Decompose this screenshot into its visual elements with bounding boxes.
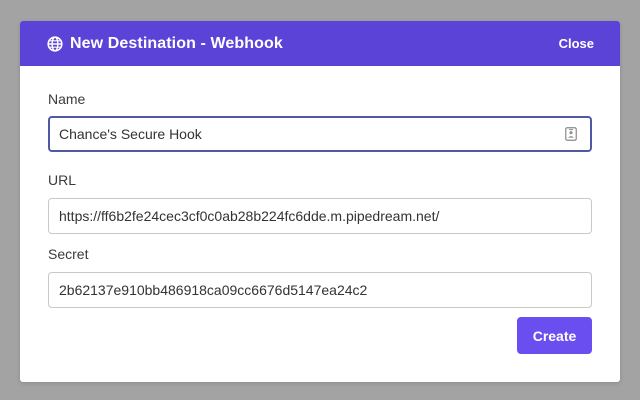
url-field-value: https://ff6b2fe24cec3cf0c0ab28b224fc6dde…	[59, 208, 440, 224]
modal-header: New Destination - Webhook Close	[20, 21, 620, 66]
modal-body: Name Chance's Secure Hook URL https://ff…	[20, 66, 620, 308]
create-button[interactable]: Create	[517, 317, 592, 354]
url-label: URL	[48, 172, 77, 188]
name-label: Name	[48, 91, 86, 107]
contact-card-icon[interactable]	[565, 127, 577, 141]
new-destination-modal: New Destination - Webhook Close Name Cha…	[20, 21, 620, 382]
globe-icon	[47, 35, 63, 52]
secret-field[interactable]: 2b62137e910bb486918ca09cc6676d5147ea24c2	[48, 272, 592, 308]
url-field[interactable]: https://ff6b2fe24cec3cf0c0ab28b224fc6dde…	[48, 198, 592, 234]
close-button[interactable]: Close	[559, 36, 594, 51]
secret-label: Secret	[48, 246, 89, 262]
secret-field-value: 2b62137e910bb486918ca09cc6676d5147ea24c2	[59, 282, 368, 298]
name-field[interactable]: Chance's Secure Hook	[48, 116, 592, 152]
modal-footer: Create	[517, 317, 592, 354]
modal-title: New Destination - Webhook	[70, 34, 283, 52]
name-field-value: Chance's Secure Hook	[59, 126, 202, 142]
